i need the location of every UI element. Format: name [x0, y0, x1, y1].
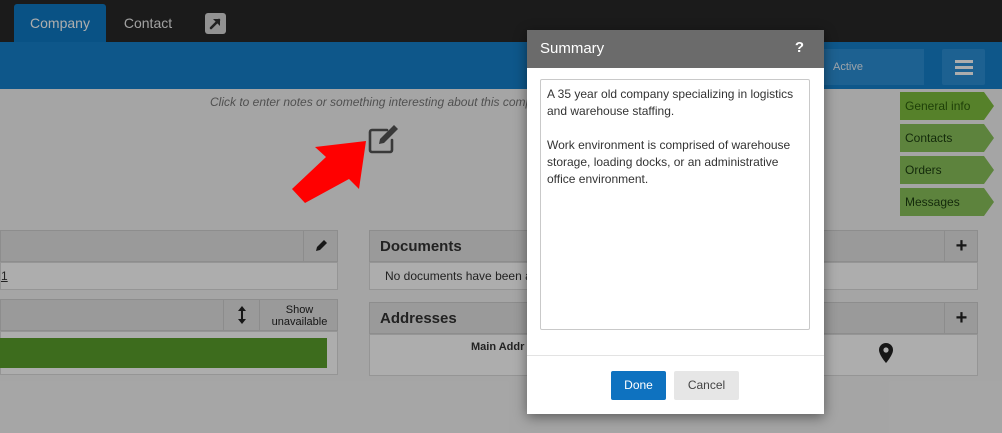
summary-textarea[interactable]: A 35 year old company specializing in lo… [540, 79, 810, 330]
modal-title: Summary [540, 40, 605, 57]
summary-modal: Summary ? A 35 year old company speciali… [527, 30, 824, 414]
modal-divider [527, 355, 824, 356]
help-button[interactable]: ? [795, 39, 804, 56]
red-arrow-icon [292, 141, 366, 203]
modal-header: Summary ? [527, 30, 824, 68]
cancel-button[interactable]: Cancel [674, 371, 739, 400]
modal-backdrop[interactable] [0, 0, 1002, 433]
done-button[interactable]: Done [611, 371, 666, 400]
